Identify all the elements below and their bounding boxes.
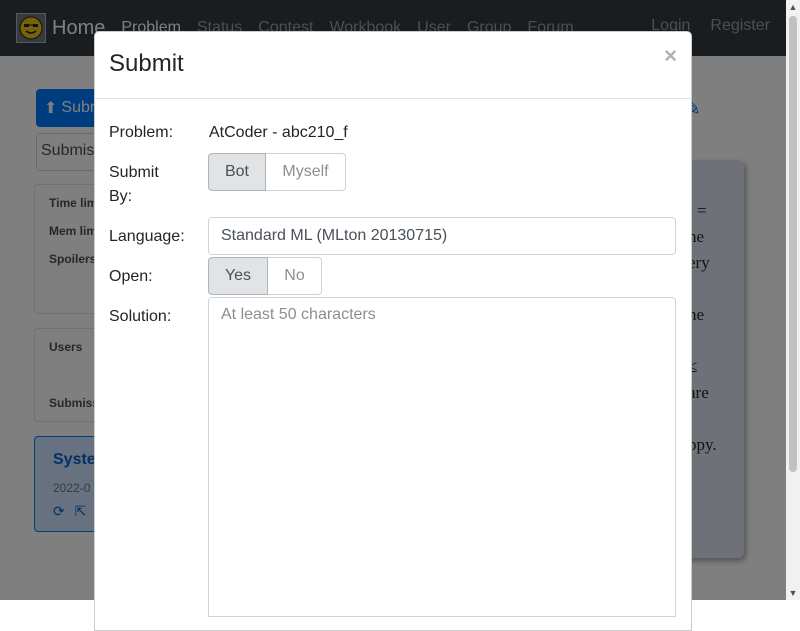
open-no-button[interactable]: No: [268, 257, 322, 295]
modal-title: Submit: [109, 50, 184, 77]
close-icon[interactable]: ×: [664, 44, 677, 68]
page-scrollbar[interactable]: ▲ ▼: [786, 0, 800, 600]
scroll-down-arrow-icon[interactable]: ▼: [786, 586, 800, 600]
language-label: Language:: [109, 228, 185, 245]
submit-by-myself-button[interactable]: Myself: [266, 153, 346, 191]
solution-textarea[interactable]: [208, 297, 676, 617]
scroll-up-arrow-icon[interactable]: ▲: [786, 0, 800, 14]
language-value: Standard ML (MLton 20130715): [221, 227, 448, 244]
open-toggle: Yes No: [208, 257, 322, 295]
modal-header: Submit ×: [95, 32, 691, 99]
problem-value: AtCoder - abc210_f: [209, 124, 348, 141]
submit-by-label: Submit By:: [109, 164, 159, 205]
scroll-thumb[interactable]: [789, 16, 797, 472]
solution-label: Solution:: [109, 308, 172, 325]
open-yes-button[interactable]: Yes: [208, 257, 268, 295]
open-label: Open:: [109, 268, 153, 285]
language-select[interactable]: Standard ML (MLton 20130715): [208, 217, 676, 255]
submit-by-toggle: Bot Myself: [208, 153, 346, 191]
submit-by-bot-button[interactable]: Bot: [208, 153, 266, 191]
problem-label: Problem:: [109, 124, 174, 141]
submit-modal: Submit × Problem: AtCoder - abc210_f Sub…: [94, 31, 692, 631]
